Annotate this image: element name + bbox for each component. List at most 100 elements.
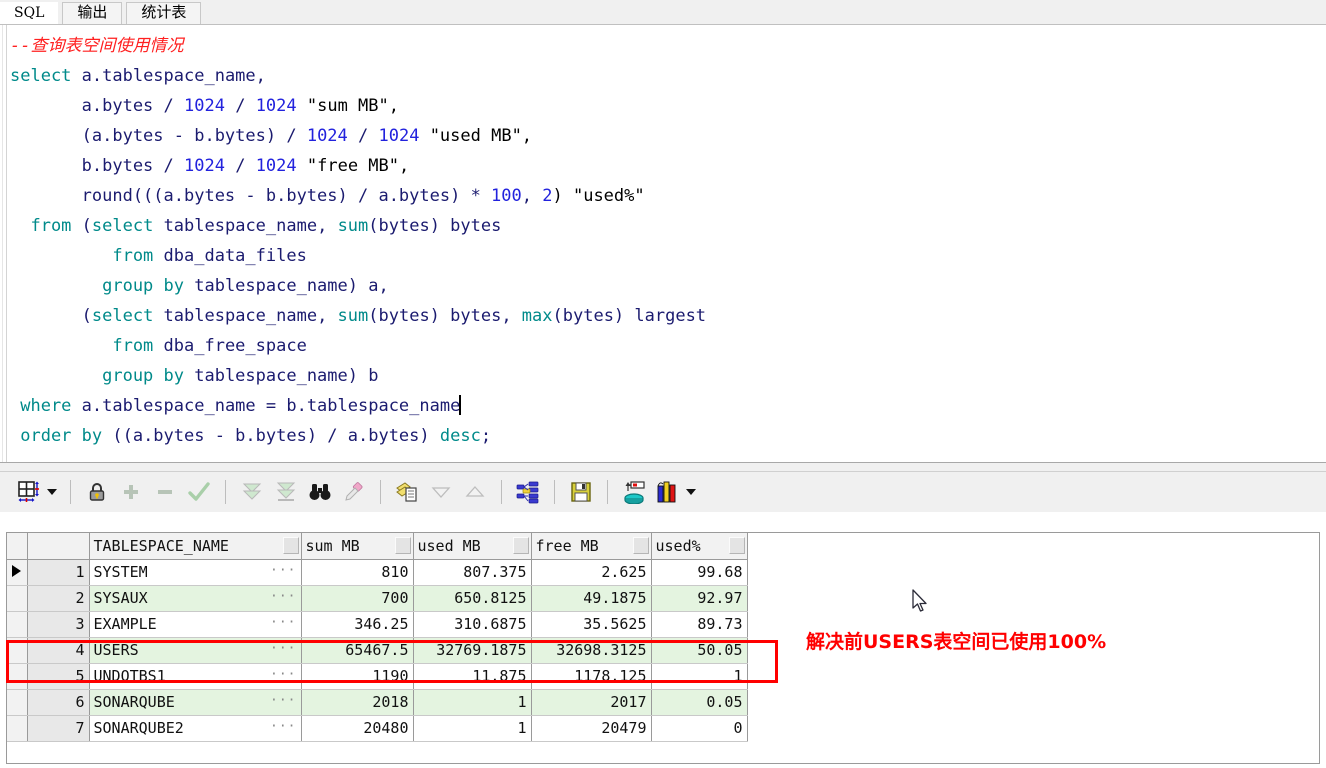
- sql-op: /: [224, 96, 256, 116]
- chart-icon[interactable]: [653, 477, 683, 507]
- minus-icon[interactable]: [150, 477, 180, 507]
- cell-used-mb[interactable]: 807.375: [413, 559, 532, 586]
- cell-ellipsis[interactable]: ···: [270, 563, 296, 578]
- triangle-down-icon[interactable]: [426, 477, 456, 507]
- column-resize-handle[interactable]: [728, 537, 745, 554]
- cell-free-mb[interactable]: 49.1875: [531, 585, 652, 612]
- plus-icon[interactable]: [116, 477, 146, 507]
- cell-tablespace-name[interactable]: ··· SONARQUBE2: [89, 715, 302, 742]
- cell-ellipsis[interactable]: ···: [270, 667, 296, 682]
- sql-string: "sum MB",: [296, 96, 399, 116]
- row-number: 3: [27, 611, 90, 638]
- binoculars-icon[interactable]: [305, 477, 335, 507]
- triangle-up-icon[interactable]: [460, 477, 490, 507]
- save-icon[interactable]: [566, 477, 596, 507]
- kw-select: select: [10, 66, 72, 86]
- check-icon[interactable]: [184, 477, 214, 507]
- cell-used-mb[interactable]: 1: [413, 689, 532, 716]
- cell-tablespace-name[interactable]: ··· SONARQUBE: [89, 689, 302, 716]
- export-db-icon[interactable]: [619, 477, 649, 507]
- table-row[interactable]: 7 ··· SONARQUBE2 20480 1 20479 0: [7, 715, 748, 742]
- cell-used-pct[interactable]: 92.97: [651, 585, 748, 612]
- cell-ellipsis[interactable]: ···: [270, 589, 296, 604]
- cell-ellipsis[interactable]: ···: [270, 693, 296, 708]
- cell-tablespace-name[interactable]: ··· USERS: [89, 637, 302, 664]
- table-row[interactable]: 4 ··· USERS 65467.5 32769.1875 32698.3125…: [7, 637, 748, 664]
- sql-text: round(((a.bytes - b.bytes) / a.bytes) *: [10, 186, 492, 206]
- cell-used-mb[interactable]: 310.6875: [413, 611, 532, 638]
- cell-free-mb[interactable]: 20479: [531, 715, 652, 742]
- cell-sum-mb[interactable]: 20480: [301, 715, 414, 742]
- cell-sum-mb[interactable]: 1190: [301, 663, 414, 690]
- result-grid[interactable]: TABLESPACE_NAME sum MB used MB free MB u…: [6, 532, 1320, 764]
- sql-editor[interactable]: --查询表空间使用情况 select a.tablespace_name, a.…: [0, 24, 1326, 462]
- cell-sum-mb[interactable]: 65467.5: [301, 637, 414, 664]
- column-resize-handle[interactable]: [394, 537, 411, 554]
- table-row[interactable]: 2 ··· SYSAUX 700 650.8125 49.1875 92.97: [7, 585, 748, 612]
- table-row[interactable]: 3 ··· EXAMPLE 346.25 310.6875 35.5625 89.…: [7, 611, 748, 638]
- fetch-last-icon[interactable]: [271, 477, 301, 507]
- result-grid-panel: TABLESPACE_NAME sum MB used MB free MB u…: [0, 512, 1326, 768]
- cell-free-mb[interactable]: 1178.125: [531, 663, 652, 690]
- copy-icon[interactable]: [392, 477, 422, 507]
- cell-tablespace-name[interactable]: ··· EXAMPLE: [89, 611, 302, 638]
- cell-used-pct[interactable]: 0: [651, 715, 748, 742]
- cell-free-mb[interactable]: 2.625: [531, 559, 652, 586]
- cell-ellipsis[interactable]: ···: [270, 719, 296, 734]
- column-resize-handle[interactable]: [282, 537, 299, 554]
- column-header-used-mb[interactable]: used MB: [413, 533, 532, 560]
- sql-text: a.bytes: [10, 96, 164, 116]
- tab-statistics[interactable]: 统计表: [126, 2, 202, 24]
- cell-sum-mb[interactable]: 810: [301, 559, 414, 586]
- panel-splitter[interactable]: [0, 462, 1326, 472]
- cell-free-mb[interactable]: 2017: [531, 689, 652, 716]
- column-header-tablespace-name[interactable]: TABLESPACE_NAME: [89, 533, 302, 560]
- column-header-sum-mb[interactable]: sum MB: [301, 533, 414, 560]
- highlighter-icon[interactable]: [339, 477, 369, 507]
- cell-free-mb[interactable]: 35.5625: [531, 611, 652, 638]
- cell-used-pct[interactable]: 50.05: [651, 637, 748, 664]
- grid-layout-icon[interactable]: [14, 477, 44, 507]
- kw-from: from: [10, 336, 164, 356]
- cell-tablespace-name[interactable]: ··· SYSTEM: [89, 559, 302, 586]
- header-label: used%: [655, 536, 701, 555]
- grid-layout-dropdown-icon[interactable]: [47, 489, 57, 495]
- column-header-free-mb[interactable]: free MB: [531, 533, 652, 560]
- cell-used-pct[interactable]: 0.05: [651, 689, 748, 716]
- table-row[interactable]: 1 ··· SYSTEM 810 807.375 2.625 99.68: [7, 559, 748, 586]
- cell-ellipsis[interactable]: ···: [270, 641, 296, 656]
- cell-tablespace-name[interactable]: ··· SYSAUX: [89, 585, 302, 612]
- cell-used-mb[interactable]: 32769.1875: [413, 637, 532, 664]
- toolbar-separator: [501, 480, 502, 504]
- cell-used-mb[interactable]: 11.875: [413, 663, 532, 690]
- chart-dropdown-icon[interactable]: [686, 489, 696, 495]
- table-row[interactable]: 5 ··· UNDOTBS1 1190 11.875 1178.125 1: [7, 663, 748, 690]
- column-header-used-pct[interactable]: used%: [651, 533, 748, 560]
- sql-number: 2: [542, 186, 553, 206]
- cell-tablespace-name[interactable]: ··· UNDOTBS1: [89, 663, 302, 690]
- row-indicator: [7, 585, 28, 612]
- annotation-text: 解决前USERS表空间已使用100%: [806, 631, 1107, 653]
- cell-used-pct[interactable]: 1: [651, 663, 748, 690]
- sql-code[interactable]: --查询表空间使用情况 select a.tablespace_name, a.…: [10, 31, 706, 451]
- cell-used-mb[interactable]: 1: [413, 715, 532, 742]
- table-row[interactable]: 6 ··· SONARQUBE 2018 1 2017 0.05: [7, 689, 748, 716]
- result-toolbar: [0, 472, 1326, 512]
- cell-sum-mb[interactable]: 2018: [301, 689, 414, 716]
- cell-ellipsis[interactable]: ···: [270, 615, 296, 630]
- tab-sql[interactable]: SQL: [0, 2, 59, 24]
- cell-used-pct[interactable]: 99.68: [651, 559, 748, 586]
- cell-free-mb[interactable]: 32698.3125: [531, 637, 652, 664]
- cell-used-mb[interactable]: 650.8125: [413, 585, 532, 612]
- cell-sum-mb[interactable]: 700: [301, 585, 414, 612]
- fetch-all-icon[interactable]: [237, 477, 267, 507]
- hierarchy-icon[interactable]: [513, 477, 543, 507]
- column-resize-handle[interactable]: [632, 537, 649, 554]
- text-caret: [459, 395, 462, 415]
- cell-used-pct[interactable]: 89.73: [651, 611, 748, 638]
- cell-sum-mb[interactable]: 346.25: [301, 611, 414, 638]
- lock-icon[interactable]: [82, 477, 112, 507]
- column-resize-handle[interactable]: [512, 537, 529, 554]
- tab-output[interactable]: 输出: [62, 2, 123, 24]
- row-indicator: [7, 611, 28, 638]
